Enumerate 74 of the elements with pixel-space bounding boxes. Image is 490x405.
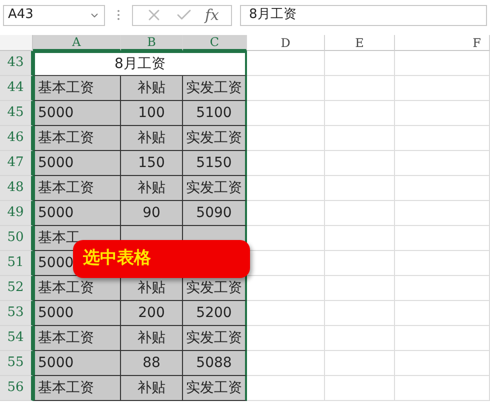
row-header[interactable]: 52 xyxy=(0,276,33,301)
row-header[interactable]: 50 xyxy=(0,226,33,251)
table-cell: 5100 xyxy=(183,101,247,126)
table-cell: 补贴 xyxy=(121,376,183,401)
table-cell: 90 xyxy=(121,201,183,226)
empty-cell xyxy=(325,201,395,226)
empty-cell xyxy=(325,176,395,201)
empty-cell xyxy=(325,251,395,276)
column-header[interactable]: F xyxy=(395,35,490,51)
table-cell: 补贴 xyxy=(121,126,183,151)
table-cell: 5088 xyxy=(183,351,247,376)
select-all-corner[interactable] xyxy=(0,35,33,51)
table-cell: 5000 xyxy=(33,201,121,226)
table-cell: 实发工资 xyxy=(183,276,247,301)
row-header[interactable]: 55 xyxy=(0,351,33,376)
table-cell: 5000 xyxy=(33,351,121,376)
column-header[interactable]: A xyxy=(33,35,121,51)
empty-cell xyxy=(325,276,395,301)
table-cell: 88 xyxy=(121,351,183,376)
empty-cell xyxy=(325,301,395,326)
row-header[interactable]: 49 xyxy=(0,201,33,226)
name-box[interactable]: A43 xyxy=(3,4,105,26)
column-header[interactable]: D xyxy=(247,35,325,51)
row-header[interactable]: 53 xyxy=(0,301,33,326)
table-cell: 100 xyxy=(121,101,183,126)
table-cell: 补贴 xyxy=(121,326,183,351)
row-header[interactable]: 51 xyxy=(0,251,33,276)
table-cell: 200 xyxy=(121,301,183,326)
row-header[interactable]: 46 xyxy=(0,126,33,151)
table-cell: 基本工资 xyxy=(33,126,121,151)
row-header[interactable]: 43 xyxy=(0,51,33,76)
table-cell: 补贴 xyxy=(121,276,183,301)
column-header[interactable]: E xyxy=(325,35,395,51)
table-cell: 5000 xyxy=(33,151,121,176)
table-cell: 5090 xyxy=(183,201,247,226)
empty-cell xyxy=(325,101,395,126)
callout-label: 选中表格 xyxy=(73,240,250,278)
table-cell: 实发工资 xyxy=(183,76,247,101)
table-cell: 基本工资 xyxy=(33,326,121,351)
table-cell: 5000 xyxy=(33,301,121,326)
table-cell: 实发工资 xyxy=(183,126,247,151)
table-cell: 实发工资 xyxy=(183,376,247,401)
empty-cell xyxy=(325,376,395,401)
table-cell: 5150 xyxy=(183,151,247,176)
table-cell: 150 xyxy=(121,151,183,176)
empty-cell xyxy=(325,151,395,176)
empty-cell xyxy=(325,76,395,101)
formula-bar[interactable]: 8月工资 xyxy=(240,4,487,26)
empty-cell xyxy=(325,51,395,76)
column-header[interactable]: B xyxy=(121,35,183,51)
row-header[interactable]: 56 xyxy=(0,376,33,401)
table-cell: 补贴 xyxy=(121,76,183,101)
table-cell: 基本工资 xyxy=(33,176,121,201)
row-header[interactable]: 48 xyxy=(0,176,33,201)
table-cell: 基本工资 xyxy=(33,376,121,401)
table-cell: 基本工资 xyxy=(33,76,121,101)
table-cell: 补贴 xyxy=(121,176,183,201)
table-cell: 实发工资 xyxy=(183,326,247,351)
row-header[interactable]: 47 xyxy=(0,151,33,176)
row-header[interactable]: 54 xyxy=(0,326,33,351)
empty-cell xyxy=(325,126,395,151)
insert-function-button[interactable]: fx xyxy=(205,8,220,22)
title-cell: 8月工资 xyxy=(33,51,247,76)
empty-cell xyxy=(325,226,395,251)
table-cell: 实发工资 xyxy=(183,176,247,201)
table-cell: 5000 xyxy=(33,101,121,126)
drag-handle-icon xyxy=(117,9,120,21)
table-cell: 基本工资 xyxy=(33,276,121,301)
table-cell: 5200 xyxy=(183,301,247,326)
column-header[interactable]: C xyxy=(183,35,247,51)
row-header[interactable]: 44 xyxy=(0,76,33,101)
row-header[interactable]: 45 xyxy=(0,101,33,126)
empty-cell xyxy=(325,351,395,376)
empty-cell xyxy=(325,326,395,351)
